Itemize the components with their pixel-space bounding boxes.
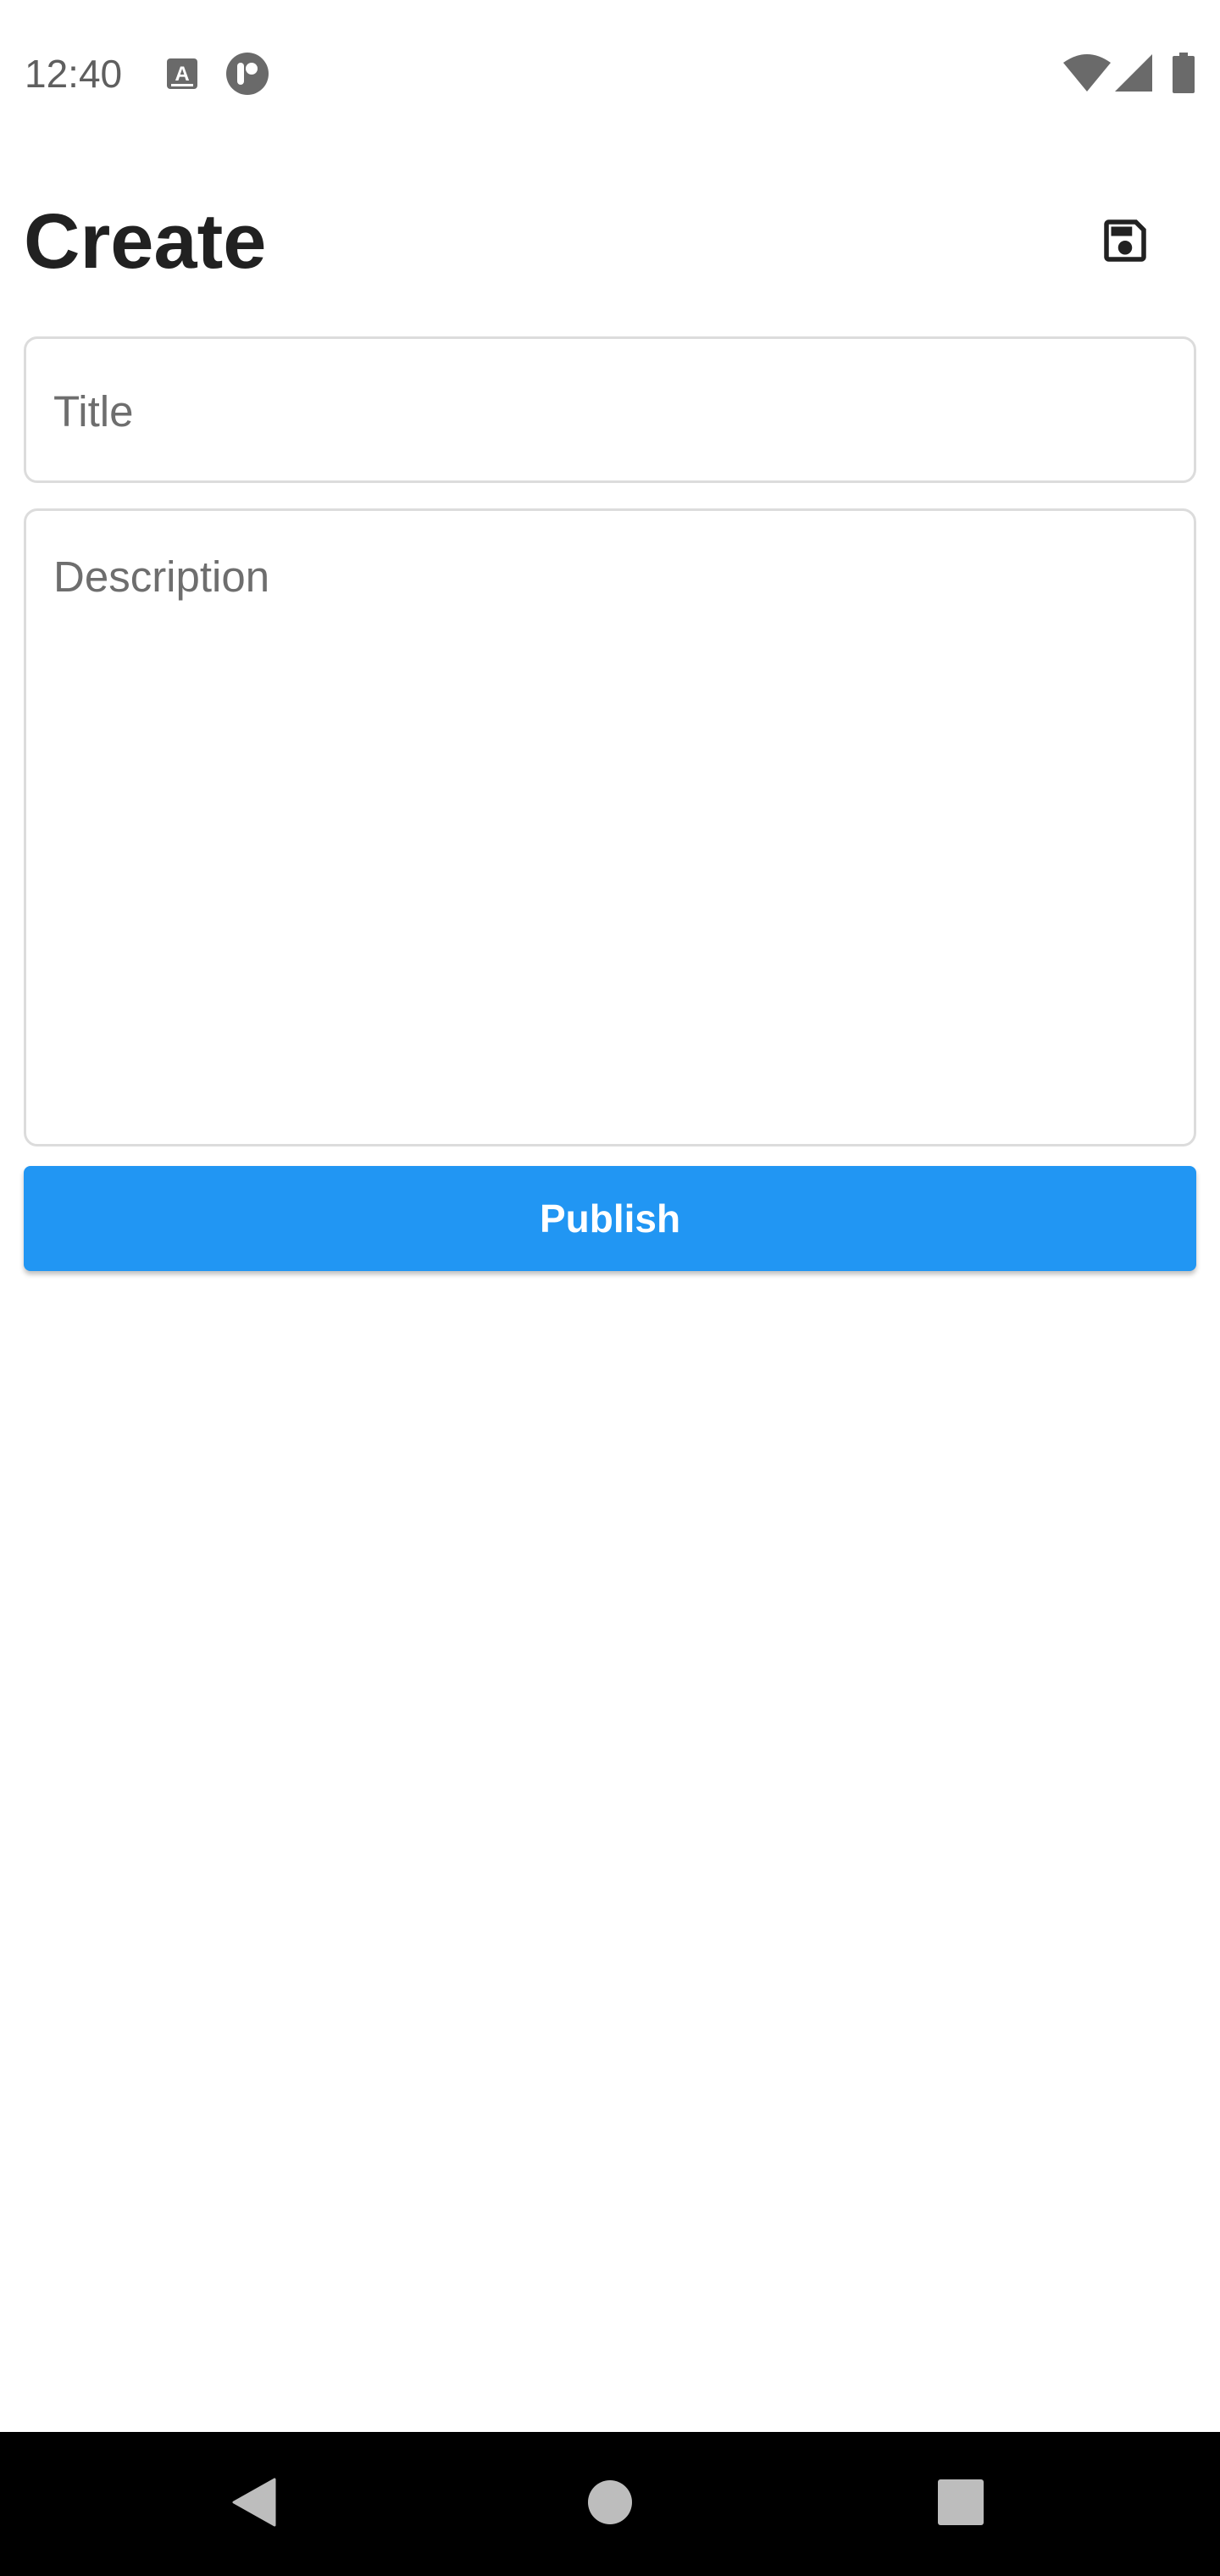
- status-time: 12:40: [25, 52, 123, 96]
- font-icon: A: [166, 58, 198, 94]
- signal-icon: [1115, 54, 1152, 96]
- description-placeholder: Description: [53, 552, 270, 601]
- create-screen: 12:40 A Create Title Description Publish: [0, 0, 1220, 2576]
- publish-button[interactable]: Publish: [24, 1166, 1196, 1271]
- recents-icon: [938, 2479, 984, 2529]
- home-icon: [587, 2479, 633, 2529]
- navigation-bar: [0, 2432, 1220, 2576]
- title-placeholder: Title: [53, 387, 134, 436]
- wifi-icon: [1063, 54, 1111, 96]
- page-title: Create: [24, 198, 267, 285]
- title-input[interactable]: Title: [24, 336, 1196, 483]
- save-icon: [1097, 213, 1153, 273]
- status-bar: 12:40 A: [0, 0, 1220, 144]
- description-input[interactable]: Description: [24, 508, 1196, 1146]
- app-notification-icon: [225, 52, 269, 100]
- home-button[interactable]: [525, 2432, 695, 2576]
- back-button[interactable]: [169, 2432, 339, 2576]
- svg-text:A: A: [175, 63, 189, 86]
- battery-icon: [1173, 53, 1195, 97]
- back-icon: [232, 2478, 276, 2531]
- save-button[interactable]: [1074, 192, 1176, 293]
- recents-button[interactable]: [876, 2432, 1045, 2576]
